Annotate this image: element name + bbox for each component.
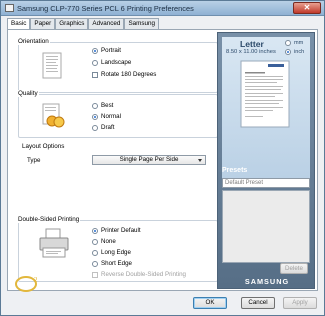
- long-edge-radio-dot: [92, 249, 98, 256]
- tab-advanced[interactable]: Advanced: [88, 18, 125, 29]
- best-radio[interactable]: Best: [92, 102, 113, 109]
- portrait-radio-dot: [92, 47, 98, 54]
- printer-default-radio-dot: [92, 227, 98, 234]
- unit-inch-label: inch: [294, 49, 305, 55]
- unit-inch-radio[interactable]: inch: [285, 49, 304, 55]
- layout-type-label: Type: [27, 157, 41, 164]
- cancel-button[interactable]: Cancel: [241, 297, 275, 309]
- preset-value: Default Preset: [225, 180, 264, 186]
- tab-bar: Basic Paper Graphics Advanced Samsung: [7, 18, 160, 30]
- portrait-radio[interactable]: Portrait: [92, 47, 121, 54]
- long-edge-radio[interactable]: Long Edge: [92, 249, 131, 256]
- short-edge-radio-dot: [92, 260, 98, 267]
- svg-text:2: 2: [34, 276, 38, 284]
- reverse-checkbox-box: [92, 271, 98, 278]
- unit-mm-label: mm: [294, 40, 304, 46]
- tab-samsung[interactable]: Samsung: [124, 18, 160, 29]
- none-radio-dot: [92, 238, 98, 245]
- apply-button[interactable]: Apply: [283, 297, 317, 309]
- paper-size: 8.50 x 11.00 inches: [226, 49, 276, 55]
- quality-title: Quality: [17, 90, 39, 97]
- layout-options-title: Layout Options: [21, 143, 66, 150]
- unit-inch-radio-dot: [285, 49, 291, 55]
- rotate-checkbox-box: [92, 71, 98, 78]
- window-title: Samsung CLP-770 Series PCL 6 Printing Pr…: [17, 4, 194, 13]
- presets-title: Presets: [222, 167, 248, 174]
- ok-button[interactable]: OK: [193, 297, 227, 309]
- tab-graphics[interactable]: Graphics: [55, 18, 89, 29]
- best-radio-dot: [92, 102, 98, 109]
- chevron-down-icon: [198, 159, 202, 162]
- none-label: None: [101, 238, 116, 245]
- paper-preview-box: Letter 8.50 x 11.00 inches mm inch: [222, 37, 310, 187]
- duplex-title: Double-Sided Printing: [17, 216, 81, 223]
- normal-label: Normal: [101, 113, 121, 120]
- unit-mm-radio[interactable]: mm: [285, 40, 303, 46]
- duplex-printer-icon: [39, 228, 69, 258]
- portrait-label: Portrait: [101, 47, 121, 54]
- printer-icon: [5, 4, 14, 12]
- portrait-page-icon: [42, 52, 62, 79]
- quality-icon: [42, 103, 65, 128]
- long-edge-label: Long Edge: [101, 249, 131, 256]
- short-edge-label: Short Edge: [101, 260, 132, 267]
- short-edge-radio[interactable]: Short Edge: [92, 260, 132, 267]
- none-radio[interactable]: None: [92, 238, 116, 245]
- draft-label: Draft: [101, 124, 115, 131]
- best-label: Best: [101, 102, 114, 109]
- preset-select[interactable]: Default Preset: [222, 178, 310, 188]
- watermark-logo-icon: 2: [15, 276, 38, 292]
- landscape-radio-dot: [92, 59, 98, 66]
- orientation-title: Orientation: [17, 38, 50, 45]
- layout-type-value: Single Page Per Side: [119, 156, 179, 163]
- draft-radio-dot: [92, 124, 98, 131]
- printer-default-label: Printer Default: [101, 227, 141, 234]
- landscape-radio[interactable]: Landscape: [92, 59, 131, 66]
- normal-radio-dot: [92, 113, 98, 120]
- title-bar[interactable]: Samsung CLP-770 Series PCL 6 Printing Pr…: [1, 1, 324, 16]
- delete-preset-button[interactable]: Delete: [280, 263, 308, 274]
- printing-preferences-window: Samsung CLP-770 Series PCL 6 Printing Pr…: [0, 0, 325, 316]
- preview-side-panel: Letter 8.50 x 11.00 inches mm inch Prese…: [217, 32, 315, 289]
- page-preview-icon: [240, 60, 290, 128]
- landscape-label: Landscape: [101, 59, 132, 66]
- close-button[interactable]: ✕: [293, 2, 321, 14]
- unit-mm-radio-dot: [285, 40, 291, 46]
- normal-radio[interactable]: Normal: [92, 113, 121, 120]
- samsung-logo: SAMSUNG: [244, 277, 290, 286]
- rotate-180-checkbox[interactable]: Rotate 180 Degrees: [92, 71, 156, 78]
- preset-list[interactable]: [222, 190, 310, 263]
- layout-type-select[interactable]: Single Page Per Side: [92, 155, 206, 165]
- tab-paper[interactable]: Paper: [30, 18, 56, 29]
- reverse-label: Reverse Double-Sided Printing: [101, 271, 186, 278]
- draft-radio[interactable]: Draft: [92, 124, 114, 131]
- rotate-label: Rotate 180 Degrees: [101, 71, 157, 78]
- printer-default-radio[interactable]: Printer Default: [92, 227, 141, 234]
- reverse-duplex-checkbox[interactable]: Reverse Double-Sided Printing: [92, 271, 186, 278]
- paper-name: Letter: [240, 39, 264, 49]
